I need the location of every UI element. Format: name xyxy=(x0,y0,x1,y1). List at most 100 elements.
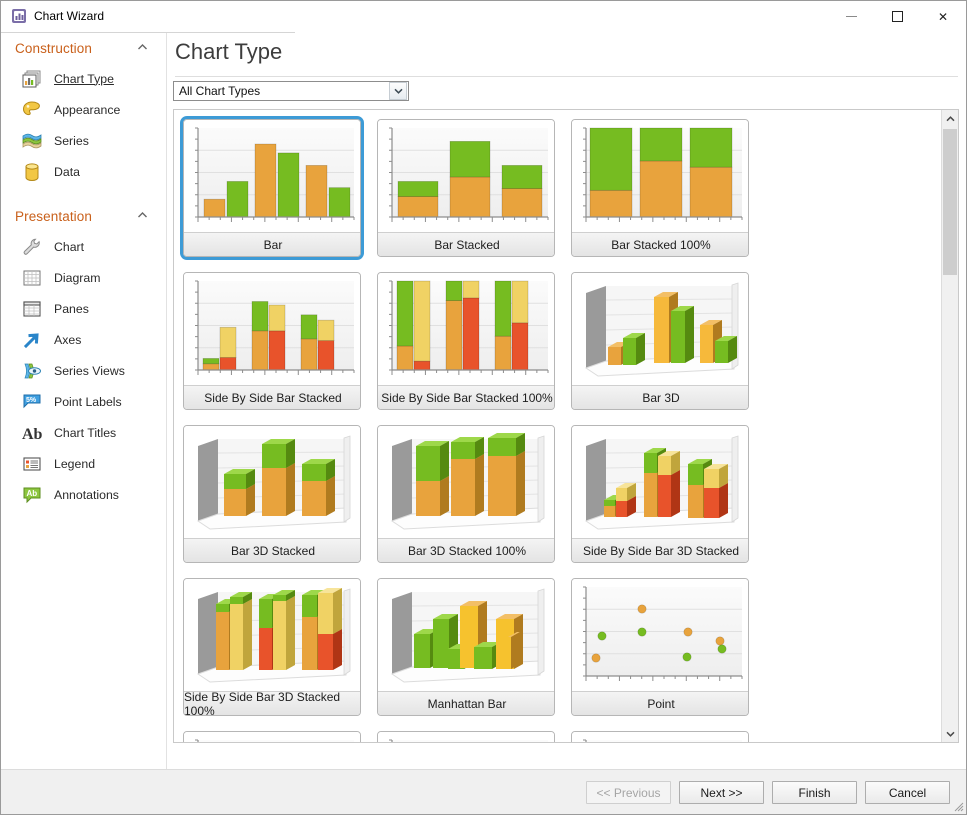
sidebar-item-series-views[interactable]: Series Views xyxy=(1,355,166,386)
chevron-up-icon[interactable] xyxy=(137,42,148,53)
finish-button[interactable]: Finish xyxy=(772,781,857,804)
sidebar-item-chart[interactable]: Chart xyxy=(1,231,166,262)
chart-preview-sbs-bar-stacked-icon xyxy=(184,273,361,386)
next-button[interactable]: Next >> xyxy=(679,781,764,804)
chart-type-tile[interactable]: Bar Stacked 100% xyxy=(568,116,752,260)
maximize-icon xyxy=(892,11,903,22)
point-labels-icon: 5% xyxy=(21,391,43,413)
sidebar-group-title: Construction xyxy=(15,41,92,56)
sidebar-item-point-labels[interactable]: 5% Point Labels xyxy=(1,386,166,417)
chart-type-tile-bar-stacked[interactable]: Bar Stacked xyxy=(377,119,555,257)
chart-type-tile-bar-3d[interactable]: Bar 3D xyxy=(571,272,749,410)
chart-type-tile[interactable]: Manhattan Bar xyxy=(374,575,558,719)
chart-type-tile-label: Point xyxy=(572,691,749,715)
chart-type-tile-bar-3d-stacked[interactable]: Bar 3D Stacked xyxy=(183,425,361,563)
chart-type-tile[interactable]: Bubble xyxy=(180,728,364,743)
chart-type-tile[interactable]: Side By Side Bar 3D Stacked 100% xyxy=(180,575,364,719)
wizard-buttons: << Previous Next >> Finish Cancel xyxy=(586,781,950,804)
close-button[interactable]: ✕ xyxy=(920,1,966,32)
chart-type-tile[interactable]: Line xyxy=(374,728,558,743)
footer-bar: << Previous Next >> Finish Cancel xyxy=(1,769,966,814)
chart-preview-bar-3d-icon xyxy=(572,273,749,386)
database-icon xyxy=(21,161,43,183)
chart-type-filter-combo[interactable]: All Chart Types xyxy=(173,81,409,101)
sidebar-group-gap xyxy=(1,187,166,201)
title-bar: Chart Wizard ✕ xyxy=(1,1,966,32)
chart-type-gallery: Bar Bar Stacked Bar Stacked 100% Side xyxy=(173,109,959,743)
svg-text:Ab: Ab xyxy=(27,489,38,498)
previous-button[interactable]: << Previous xyxy=(586,781,671,804)
cancel-button[interactable]: Cancel xyxy=(865,781,950,804)
maximize-button[interactable] xyxy=(874,1,920,32)
chart-preview-bar-stacked-100-icon xyxy=(572,120,749,233)
minimize-button[interactable] xyxy=(828,1,874,32)
panes-icon xyxy=(21,298,43,320)
chart-type-tile-sbs-bar-stacked-100[interactable]: Side By Side Bar Stacked 100% xyxy=(377,272,555,410)
sidebar-item-diagram[interactable]: Diagram xyxy=(1,262,166,293)
chevron-down-icon[interactable] xyxy=(389,82,407,100)
chart-type-grid-container: Bar Bar Stacked Bar Stacked 100% Side xyxy=(174,110,942,742)
chevron-up-icon[interactable] xyxy=(137,210,148,221)
scroll-down-button[interactable] xyxy=(942,725,958,742)
chart-type-tile[interactable]: Bar 3D xyxy=(568,269,752,413)
sidebar-group-title: Presentation xyxy=(15,209,92,224)
sidebar-item-label: Chart Type xyxy=(54,72,114,86)
palette-icon xyxy=(21,99,43,121)
chart-type-tile[interactable]: Bar xyxy=(180,116,364,260)
sidebar-item-axes[interactable]: Axes xyxy=(1,324,166,355)
chart-type-tile-bar-3d-stacked-100[interactable]: Bar 3D Stacked 100% xyxy=(377,425,555,563)
chart-type-tile-label: Bar xyxy=(184,232,361,256)
sidebar-item-data[interactable]: Data xyxy=(1,156,166,187)
chart-type-tile-bar-stacked-100[interactable]: Bar Stacked 100% xyxy=(571,119,749,257)
chart-titles-ab-icon: Ab xyxy=(21,422,43,444)
sidebar-item-label: Panes xyxy=(54,302,89,316)
sidebar-item-label: Diagram xyxy=(54,271,100,285)
chart-type-tile-bar[interactable]: Bar xyxy=(183,119,361,257)
sidebar-item-chart-titles[interactable]: Ab Chart Titles xyxy=(1,417,166,448)
sidebar: Construction Chart Type xyxy=(1,33,166,775)
resize-grip[interactable] xyxy=(952,800,964,812)
sidebar-item-appearance[interactable]: Appearance xyxy=(1,94,166,125)
sidebar-item-label: Axes xyxy=(54,333,81,347)
chart-type-tile-point[interactable]: Point xyxy=(571,578,749,716)
chart-type-tile-line-stacked[interactable]: Line Stacked xyxy=(571,731,749,743)
scroll-up-button[interactable] xyxy=(942,110,958,127)
scrollbar-thumb[interactable] xyxy=(943,129,957,275)
chart-type-tile[interactable]: Side By Side Bar Stacked xyxy=(180,269,364,413)
chart-type-tile[interactable]: Bar 3D Stacked xyxy=(180,422,364,566)
chart-type-tile[interactable]: Line Stacked xyxy=(568,728,752,743)
sidebar-item-chart-type[interactable]: Chart Type xyxy=(1,63,166,94)
sidebar-item-series[interactable]: Series xyxy=(1,125,166,156)
sidebar-item-legend[interactable]: Legend xyxy=(1,448,166,479)
chart-type-tile-label: Bar 3D Stacked 100% xyxy=(378,538,555,562)
chart-type-tile-bubble[interactable]: Bubble xyxy=(183,731,361,743)
page-title: Chart Type xyxy=(175,39,282,65)
chart-type-tile[interactable]: Side By Side Bar Stacked 100% xyxy=(374,269,558,413)
sidebar-group-construction[interactable]: Construction xyxy=(1,33,166,63)
chart-type-tile[interactable]: Bar Stacked xyxy=(374,116,558,260)
sidebar-group-presentation[interactable]: Presentation xyxy=(1,201,166,231)
chart-type-tile-label: Bar 3D xyxy=(572,385,749,409)
sidebar-item-label: Series xyxy=(54,134,89,148)
chart-preview-bar-3d-stacked-icon xyxy=(184,426,361,539)
sidebar-item-annotations[interactable]: Ab Annotations xyxy=(1,479,166,510)
chart-type-tile[interactable]: Side By Side Bar 3D Stacked xyxy=(568,422,752,566)
chart-type-tile-sbs-bar-stacked[interactable]: Side By Side Bar Stacked xyxy=(183,272,361,410)
chart-preview-bar-3d-stacked-100-icon xyxy=(378,426,555,539)
chart-preview-sbs-bar-3d-stacked-icon xyxy=(572,426,749,539)
minimize-icon xyxy=(846,16,857,17)
chart-preview-sbs-bar-3d-stacked-100-icon xyxy=(184,579,361,692)
chart-type-tile-line[interactable]: Line xyxy=(377,731,555,743)
diagram-grid-icon xyxy=(21,267,43,289)
chart-preview-point-icon xyxy=(572,579,749,692)
chart-type-tile-sbs-bar-3d-stacked[interactable]: Side By Side Bar 3D Stacked xyxy=(571,425,749,563)
chart-type-tile-sbs-bar-3d-stacked-100[interactable]: Side By Side Bar 3D Stacked 100% xyxy=(183,578,361,716)
chart-type-tile[interactable]: Bar 3D Stacked 100% xyxy=(374,422,558,566)
chart-type-tile-label: Side By Side Bar 3D Stacked xyxy=(572,538,749,562)
chart-type-tile[interactable]: Point xyxy=(568,575,752,719)
chart-preview-line-icon xyxy=(378,732,555,743)
chart-type-tile-manhattan-bar[interactable]: Manhattan Bar xyxy=(377,578,555,716)
chart-preview-bubble-icon xyxy=(184,732,361,743)
gallery-scrollbar[interactable] xyxy=(941,110,958,742)
sidebar-item-panes[interactable]: Panes xyxy=(1,293,166,324)
